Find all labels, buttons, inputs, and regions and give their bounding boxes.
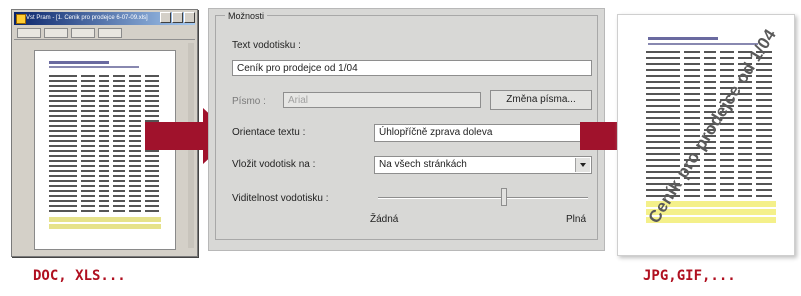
toolbar-button[interactable] <box>71 28 95 38</box>
orientation-select[interactable]: Úhlopříčně zprava doleva <box>374 124 592 142</box>
output-formats-caption: JPG,GIF,... <box>643 268 736 284</box>
minimize-icon[interactable] <box>160 12 171 23</box>
visibility-slider-track[interactable] <box>378 197 588 199</box>
maximize-icon[interactable] <box>172 12 183 23</box>
window-controls <box>160 12 195 23</box>
change-font-button[interactable]: Změna písma... <box>490 90 592 110</box>
output-image-page: Ceník pro prodejce od 1/04 <box>617 14 795 256</box>
options-group-title: Možnosti <box>225 11 268 21</box>
visibility-max-label: Plná <box>566 214 587 225</box>
visibility-slider-thumb[interactable] <box>501 188 507 206</box>
orientation-label: Orientace textu : <box>232 127 306 138</box>
font-label: Písmo : <box>232 96 266 107</box>
visibility-label: Viditelnost vodotisku : <box>232 193 329 204</box>
place-on-value: Na všech stránkách <box>379 159 467 170</box>
watermark-text-input[interactable]: Ceník pro prodejce od 1/04 <box>232 60 592 76</box>
toolbar-button[interactable] <box>44 28 68 38</box>
orientation-value: Úhlopříčně zprava doleva <box>379 127 493 138</box>
watermark-text-label: Text vodotisku : <box>232 40 301 51</box>
source-window-toolbar <box>14 27 195 40</box>
source-window-title: Vst Pram - [1. Cenik pro prodejce 6-07-0… <box>26 15 148 21</box>
close-icon[interactable] <box>184 12 195 23</box>
toolbar-button[interactable] <box>98 28 122 38</box>
place-on-select[interactable]: Na všech stránkách <box>374 156 592 174</box>
app-icon <box>16 14 26 24</box>
place-on-label: Vložit vodotisk na : <box>232 159 316 170</box>
toolbar-button[interactable] <box>17 28 41 38</box>
visibility-min-label: Žádná <box>370 214 399 225</box>
input-formats-caption: DOC, XLS... <box>33 268 126 284</box>
font-input[interactable]: Arial <box>283 92 481 108</box>
